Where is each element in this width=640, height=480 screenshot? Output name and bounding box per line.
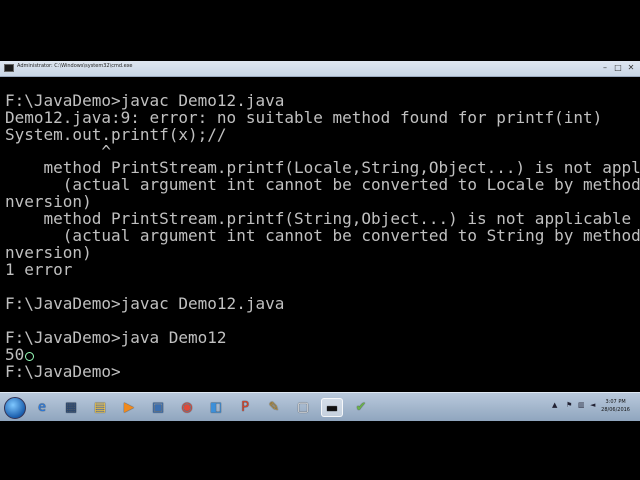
tray-network-icon[interactable]: ▥ bbox=[578, 401, 585, 409]
clock[interactable]: 3:07 PM 28/06/2016 bbox=[601, 398, 630, 414]
tray-volume-icon[interactable]: ◄ bbox=[590, 401, 595, 409]
close-button[interactable]: ✕ bbox=[626, 63, 636, 73]
console-line: method PrintStream.printf(String,Object.… bbox=[5, 209, 632, 228]
console-line-output: 50 bbox=[5, 346, 35, 363]
remote-desktop-icon[interactable]: ◧ bbox=[205, 398, 227, 417]
console-prompt[interactable]: F:\JavaDemo> bbox=[5, 363, 121, 380]
media-player-icon[interactable]: ▶ bbox=[118, 398, 140, 417]
taskbar: e ▦ ▤ ▶ ▣ ◉ ◧ P ✎ ▢ ▬ ✔ ▲ ⚑ ▥ ◄ 3:07 PM 28/06/2016 bbox=[0, 392, 640, 421]
console-line: F:\JavaDemo>java Demo12 bbox=[5, 328, 227, 347]
cmd-app-icon bbox=[4, 64, 14, 72]
console-line: System.out.printf(x);// bbox=[5, 125, 227, 144]
powerpoint-icon[interactable]: P bbox=[234, 398, 256, 417]
console-line: nversion) bbox=[5, 243, 92, 262]
maximize-button[interactable]: □ bbox=[613, 63, 623, 73]
tray-chevron-icon[interactable]: ▲ bbox=[552, 401, 557, 409]
cmd-icon[interactable]: ▬ bbox=[321, 398, 343, 417]
console-line: Demo12.java:9: error: no suitable method… bbox=[5, 108, 603, 127]
notepad-icon[interactable]: ✔ bbox=[350, 398, 372, 417]
start-button[interactable] bbox=[4, 397, 26, 419]
explorer-icon[interactable]: ▤ bbox=[89, 398, 111, 417]
chrome-icon[interactable]: ◉ bbox=[176, 398, 198, 417]
clock-time: 3:07 PM bbox=[605, 399, 626, 405]
network-icon[interactable]: ▣ bbox=[147, 398, 169, 417]
paint-icon[interactable]: ✎ bbox=[263, 398, 285, 417]
console-line: (actual argument int cannot be converted… bbox=[62, 175, 640, 194]
media-center-icon[interactable]: ▦ bbox=[60, 398, 82, 417]
minimize-button[interactable]: – bbox=[600, 63, 610, 73]
console-line: F:\JavaDemo>javac Demo12.java bbox=[5, 294, 285, 313]
console-line: F:\JavaDemo>javac Demo12.java bbox=[5, 91, 285, 110]
title-bar[interactable]: Administrator: C:\Windows\system32\cmd.e… bbox=[0, 61, 640, 77]
console-line: 1 error bbox=[5, 260, 73, 279]
console-line: method PrintStream.printf(Locale,String,… bbox=[5, 158, 640, 177]
mouse-pointer-icon bbox=[25, 352, 35, 361]
virtualbox-icon[interactable]: ▢ bbox=[292, 398, 314, 417]
cmd-window: Administrator: C:\Windows\system32\cmd.e… bbox=[0, 61, 640, 421]
console-output[interactable]: F:\JavaDemo>javac Demo12.java Demo12.jav… bbox=[0, 77, 640, 391]
console-line: nversion) bbox=[5, 192, 92, 211]
clock-date: 28/06/2016 bbox=[601, 407, 630, 413]
window-title: Administrator: C:\Windows\system32\cmd.e… bbox=[17, 63, 133, 69]
console-line: (actual argument int cannot be converted… bbox=[62, 226, 640, 245]
ie-icon[interactable]: e bbox=[31, 398, 53, 417]
tray-flag-icon[interactable]: ⚑ bbox=[566, 401, 572, 409]
